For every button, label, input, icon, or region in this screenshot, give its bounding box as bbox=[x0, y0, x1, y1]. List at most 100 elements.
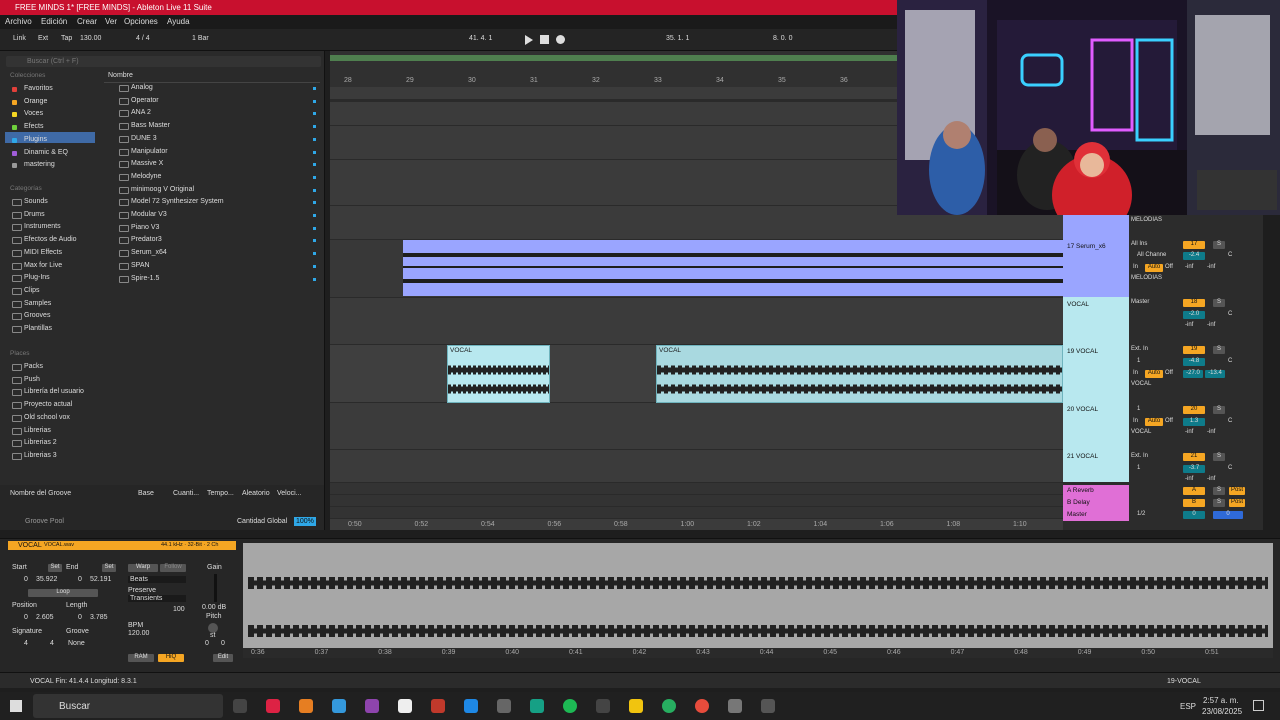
menu-archivo[interactable]: Archivo bbox=[5, 17, 32, 26]
category-3[interactable]: Efectos de Audio bbox=[24, 236, 77, 243]
master-pan[interactable]: 0 bbox=[1213, 511, 1243, 519]
category-8[interactable]: Samples bbox=[24, 300, 51, 307]
app-icon-4[interactable] bbox=[398, 699, 412, 713]
volume-18[interactable]: -2.0 bbox=[1183, 311, 1205, 319]
category-1[interactable]: Drums bbox=[24, 211, 45, 218]
monitor-off-serum[interactable]: Off bbox=[1165, 264, 1173, 270]
groove-select[interactable]: None bbox=[68, 640, 85, 647]
start-icon[interactable] bbox=[10, 700, 22, 712]
monitor-auto-19[interactable]: Auto bbox=[1145, 370, 1163, 378]
pan-17[interactable]: C bbox=[1228, 252, 1232, 258]
groove-col-5[interactable]: Veloci... bbox=[277, 490, 302, 497]
output-melodias[interactable]: MELODIAS bbox=[1131, 217, 1162, 223]
pitch-detune[interactable]: 0 bbox=[221, 640, 225, 647]
time-signature[interactable]: 4 / 4 bbox=[136, 35, 150, 42]
track-activator-21[interactable]: 21 bbox=[1183, 453, 1205, 461]
monitor-in-19[interactable]: In bbox=[1133, 370, 1138, 376]
menu-ayuda[interactable]: Ayuda bbox=[167, 17, 190, 26]
audio-clip-vocal-b[interactable]: VOCAL bbox=[656, 345, 1063, 403]
end-set-button[interactable]: Set bbox=[102, 564, 116, 572]
return-lane-delay[interactable] bbox=[330, 495, 1063, 507]
post-button-a[interactable]: Post bbox=[1229, 487, 1245, 495]
pan-19[interactable]: C bbox=[1228, 358, 1232, 364]
browser-item-8[interactable]: minimoog V Original bbox=[131, 186, 194, 193]
return-header-delay[interactable]: B Delay bbox=[1063, 497, 1129, 509]
monitor-off-19[interactable]: Off bbox=[1165, 370, 1173, 376]
edit-button[interactable]: Edit bbox=[213, 654, 233, 662]
track-activator-19[interactable]: 19 bbox=[1183, 346, 1205, 354]
follow-button[interactable]: Follow bbox=[160, 564, 186, 572]
browser-item-2[interactable]: ANA 2 bbox=[131, 109, 151, 116]
groove-col-2[interactable]: Cuanti... bbox=[173, 490, 199, 497]
groove-col-1[interactable]: Base bbox=[138, 490, 154, 497]
return-lane-reverb[interactable] bbox=[330, 483, 1063, 495]
solo-button-20[interactable]: S bbox=[1213, 406, 1225, 414]
app-icon-3[interactable] bbox=[365, 699, 379, 713]
browser-item-3[interactable]: Bass Master bbox=[131, 122, 170, 129]
category-4[interactable]: MIDI Effects bbox=[24, 249, 62, 256]
ext-button[interactable]: Ext bbox=[38, 35, 48, 42]
return-activator-a[interactable]: A bbox=[1183, 487, 1205, 495]
end-bar[interactable]: 0 bbox=[78, 576, 82, 583]
groove-col-3[interactable]: Tempo... bbox=[207, 490, 234, 497]
notifications-icon[interactable] bbox=[1253, 700, 1264, 711]
pan-20[interactable]: C bbox=[1228, 418, 1232, 424]
play-icon[interactable] bbox=[525, 35, 533, 45]
task-view-icon[interactable] bbox=[233, 699, 247, 713]
place-6[interactable]: Librerias 2 bbox=[24, 439, 57, 446]
collection-4[interactable]: Plugins bbox=[24, 136, 47, 143]
place-4[interactable]: Old school vox bbox=[24, 414, 70, 421]
loop-button[interactable]: Loop bbox=[28, 589, 98, 597]
signature-numerator[interactable]: 4 bbox=[24, 640, 28, 647]
end-value[interactable]: 52.191 bbox=[90, 576, 111, 583]
solo-button-17[interactable]: S bbox=[1213, 241, 1225, 249]
browser-item-14[interactable]: SPAN bbox=[131, 262, 150, 269]
collection-5[interactable]: Dinamic & EQ bbox=[24, 149, 68, 156]
browser-item-11[interactable]: Piano V3 bbox=[131, 224, 159, 231]
track-header-20-vocal[interactable]: 20 VOCAL bbox=[1063, 402, 1129, 449]
gain-slider[interactable] bbox=[214, 574, 217, 602]
pan-18[interactable]: C bbox=[1228, 311, 1232, 317]
app-icon-6[interactable] bbox=[464, 699, 478, 713]
tap-button[interactable]: Tap bbox=[61, 35, 72, 42]
place-5[interactable]: Librerias bbox=[24, 427, 51, 434]
tempo-field[interactable]: 130.00 bbox=[80, 35, 101, 42]
post-button-b[interactable]: Post bbox=[1229, 499, 1245, 507]
monitor-in-20[interactable]: In bbox=[1133, 418, 1138, 424]
bar-number-35[interactable]: 35 bbox=[778, 77, 786, 84]
track-header-21-vocal[interactable]: 21 VOCAL bbox=[1063, 449, 1129, 482]
browser-item-7[interactable]: Melodyne bbox=[131, 173, 161, 180]
bar-number-34[interactable]: 34 bbox=[716, 77, 724, 84]
input-type-serum[interactable]: All Ins bbox=[1131, 241, 1147, 247]
track-activator-20[interactable]: 20 bbox=[1183, 406, 1205, 414]
category-9[interactable]: Grooves bbox=[24, 312, 50, 319]
monitor-auto-serum[interactable]: Auto bbox=[1145, 264, 1163, 272]
category-2[interactable]: Instruments bbox=[24, 223, 61, 230]
volume-21[interactable]: -3.7 bbox=[1183, 465, 1205, 473]
master-header[interactable]: Master bbox=[1063, 509, 1129, 521]
midi-clip-serum[interactable] bbox=[403, 240, 1063, 296]
clock-time[interactable]: 2:57 a. m. bbox=[1203, 696, 1239, 705]
browser-item-9[interactable]: Model 72 Synthesizer System bbox=[131, 198, 224, 205]
chrome-icon[interactable] bbox=[662, 699, 676, 713]
groove-col-4[interactable]: Aleatorio bbox=[242, 490, 270, 497]
position-bar[interactable]: 0 bbox=[24, 614, 28, 621]
start-value[interactable]: 35.922 bbox=[36, 576, 57, 583]
input-channel-20[interactable]: 1 bbox=[1137, 406, 1140, 412]
loop-length[interactable]: 8. 0. 0 bbox=[773, 35, 792, 42]
place-1[interactable]: Push bbox=[24, 376, 40, 383]
global-amount-value[interactable]: 100% bbox=[294, 517, 316, 526]
warp-button[interactable]: Warp bbox=[128, 564, 158, 572]
track-activator-18[interactable]: 18 bbox=[1183, 299, 1205, 307]
monitor-in-serum[interactable]: In bbox=[1133, 264, 1138, 270]
stop-icon[interactable] bbox=[540, 35, 549, 44]
length-value[interactable]: 3.785 bbox=[90, 614, 108, 621]
bpm-value[interactable]: 120.00 bbox=[128, 630, 149, 637]
input-channel-21[interactable]: 1 bbox=[1137, 465, 1140, 471]
menu-edicion[interactable]: Edición bbox=[41, 17, 67, 26]
output-19[interactable]: VOCAL bbox=[1131, 381, 1151, 387]
return-header-reverb[interactable]: A Reverb bbox=[1063, 485, 1129, 497]
ableton-live-icon[interactable] bbox=[266, 699, 280, 713]
volume-17[interactable]: -2.4 bbox=[1183, 252, 1205, 260]
browser-item-10[interactable]: Modular V3 bbox=[131, 211, 167, 218]
